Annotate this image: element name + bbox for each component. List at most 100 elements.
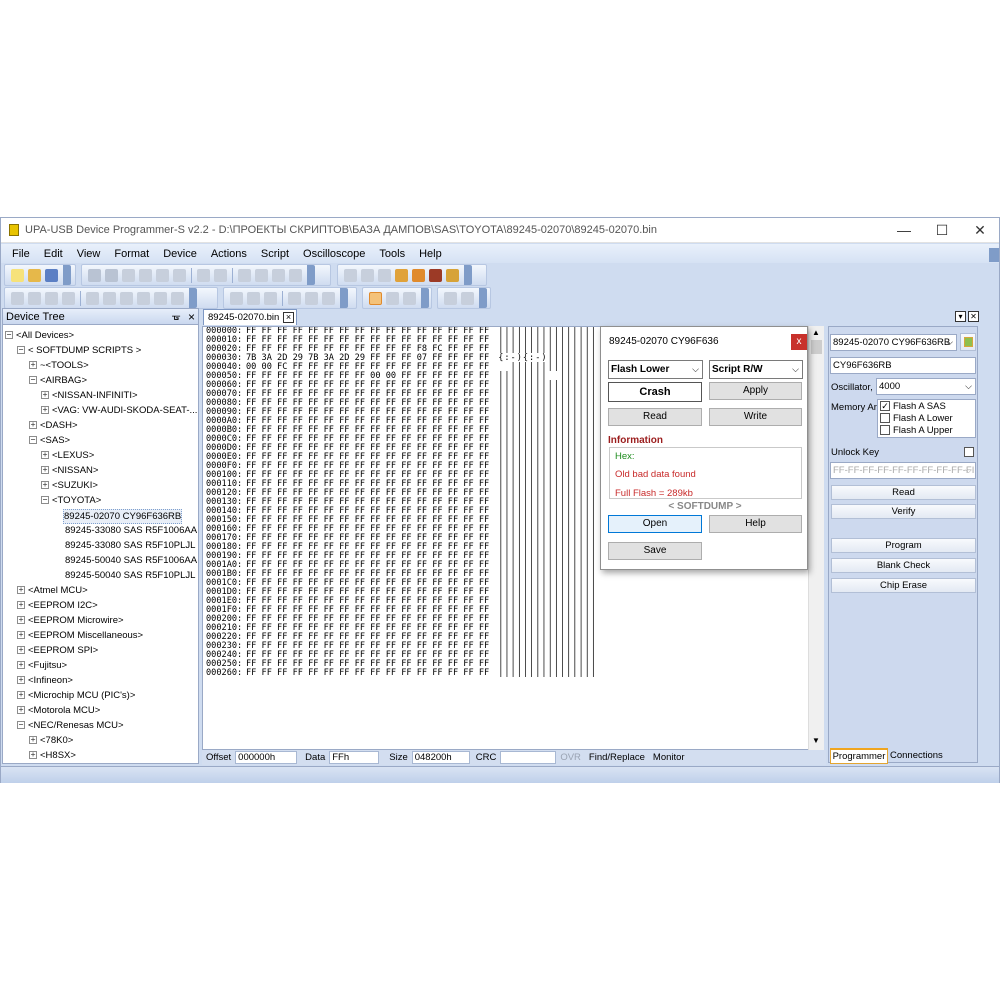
goto-icon[interactable] [255,268,268,282]
tree-node[interactable]: − < SOFTDUMP SCRIPTS > [17,344,141,357]
scroll-up-icon[interactable]: ▲ [812,328,820,337]
open-button[interactable]: Open [608,515,702,533]
verify-button[interactable]: Verify [831,504,976,519]
monitor-link[interactable]: Monitor [649,752,689,763]
hex-ascii[interactable]: |||||||||||||||| [498,669,597,678]
tree-node[interactable]: + <EEPROM SPI> [17,644,98,657]
tree-leaf[interactable]: 89245-33080 SAS R5F1006AA [65,524,197,537]
view-dwords-icon[interactable] [264,291,277,305]
scroll-down-icon[interactable]: ▼ [812,736,820,745]
oscilloscope-icon[interactable] [446,268,459,282]
zoom-out-icon[interactable] [171,291,184,305]
tree-node[interactable]: − <All Devices> [5,329,74,342]
toolbar-overflow-icon[interactable] [421,288,429,308]
menu-script[interactable]: Script [254,245,296,263]
open-folder-icon[interactable] [28,268,41,282]
tree-toggle-icon[interactable]: + [17,631,25,640]
tab-programmer[interactable]: Programmer [830,748,888,764]
bookmark-icon[interactable] [238,268,251,282]
close-panel-icon[interactable]: × [188,310,195,324]
vertical-scrollbar[interactable]: ▲ ▼ [808,326,824,750]
tree-toggle-icon[interactable]: + [17,601,25,610]
menu-format[interactable]: Format [107,245,156,263]
toolbar-overflow-icon[interactable] [479,288,487,308]
device-read-icon[interactable] [344,268,357,282]
graph-icon[interactable] [403,291,416,305]
tree-toggle-icon[interactable]: + [17,676,25,685]
cut-icon[interactable] [122,268,135,282]
tree-toggle-icon[interactable]: + [17,646,25,655]
offset-field[interactable]: 000000h [235,751,298,764]
tree-node[interactable]: − <AIRBAG> [29,374,87,387]
menu-actions[interactable]: Actions [204,245,254,263]
tree-node[interactable]: − <SAS> [29,434,70,447]
tree-toggle-icon[interactable]: + [29,361,37,370]
paste-icon[interactable] [156,268,169,282]
play-icon[interactable] [444,291,457,305]
menu-overflow-icon[interactable] [989,248,999,262]
flash-mode-select[interactable]: Flash Lower ⌵ [608,360,703,379]
tree-node[interactable]: + <Fujitsu> [17,659,67,672]
scroll-thumb[interactable] [811,340,822,354]
align-center-icon[interactable] [305,291,318,305]
write-button[interactable]: Write [709,408,802,426]
find-replace-link[interactable]: Find/Replace [585,752,649,763]
tree-node[interactable]: + <EEPROM Microwire> [17,614,124,627]
script-mode-select[interactable]: Script R/W ⌵ [709,360,803,379]
redo-icon[interactable] [105,268,118,282]
tree-node[interactable]: + <Motorola MCU> [17,704,100,717]
undo-icon[interactable] [88,268,101,282]
tree-toggle-icon[interactable]: − [17,346,25,355]
compare-icon[interactable] [289,268,302,282]
view-bytes-icon[interactable] [230,291,243,305]
close-tab-icon[interactable]: × [283,312,294,323]
menu-oscilloscope[interactable]: Oscilloscope [296,245,372,263]
checkbox-checked[interactable]: ✓ [880,401,890,412]
device-name-field[interactable]: CY96F636RB [830,357,976,374]
align-right-icon[interactable] [322,291,335,305]
copy-icon[interactable] [139,268,152,282]
tree-toggle-icon[interactable]: − [5,331,13,340]
chip-erase-button[interactable]: Chip Erase [831,578,976,593]
program-button[interactable]: Program [831,538,976,553]
toolbar-overflow-icon[interactable] [340,288,348,308]
nav-cross-icon[interactable] [45,291,58,305]
unlock-key-checkbox[interactable] [964,447,974,457]
script-run-icon[interactable] [412,268,425,282]
menu-file[interactable]: File [5,245,37,263]
close-window-button[interactable]: ✕ [961,218,999,243]
tree-toggle-icon[interactable]: + [41,451,49,460]
tree-toggle-icon[interactable]: + [41,406,49,415]
toolbar-overflow-icon[interactable] [307,265,315,285]
tree-toggle-icon[interactable]: − [17,721,25,730]
close-pane-icon[interactable]: ✕ [968,311,979,322]
align-left-icon[interactable] [288,291,301,305]
nav-first-icon[interactable] [11,291,24,305]
checkbox[interactable] [880,425,890,436]
tree-node[interactable]: − <TOYOTA> [41,494,101,507]
delete-icon[interactable] [173,268,186,282]
tree-toggle-icon[interactable]: + [29,421,37,430]
tree-node[interactable]: − <NEC/Renesas MCU> [17,719,124,732]
tab-connections[interactable]: Connections [890,748,960,764]
tree-toggle-icon[interactable]: + [41,466,49,475]
zoom-in-icon[interactable] [154,291,167,305]
tree-toggle-icon[interactable]: + [17,661,25,670]
stop-icon[interactable] [461,291,474,305]
unlock-key-select[interactable]: FF-FF-FF-FF-FF-FF-FF-FF-FF-FI ⌵ [830,462,976,479]
editor-tab[interactable]: 89245-02070.bin × [203,309,297,325]
tree-node[interactable]: + <Microchip MCU (PIC's)> [17,689,135,702]
tree-node[interactable]: + <H8SX> [29,749,76,762]
tree-toggle-icon[interactable]: − [29,436,37,445]
tree-leaf[interactable]: 89245-33080 SAS R5F10PLJL [65,539,195,552]
memory-area-item[interactable]: ✓ Flash A SAS [880,401,946,412]
maximize-button[interactable]: ☐ [923,218,961,243]
tree-toggle-icon[interactable]: + [41,391,49,400]
tree-node[interactable]: + <VAG: VW-AUDI-SKODA-SEAT-... [41,404,197,417]
hex-bytes[interactable]: FF FF FF FF FF FF FF FF FF FF FF FF FF F… [246,669,489,678]
checkbox[interactable] [880,413,890,424]
device-verify-icon[interactable] [378,268,391,282]
tree-toggle-icon[interactable]: + [29,751,37,760]
zoom-region-icon[interactable] [386,291,399,305]
toolbar-overflow-icon[interactable] [464,265,472,285]
